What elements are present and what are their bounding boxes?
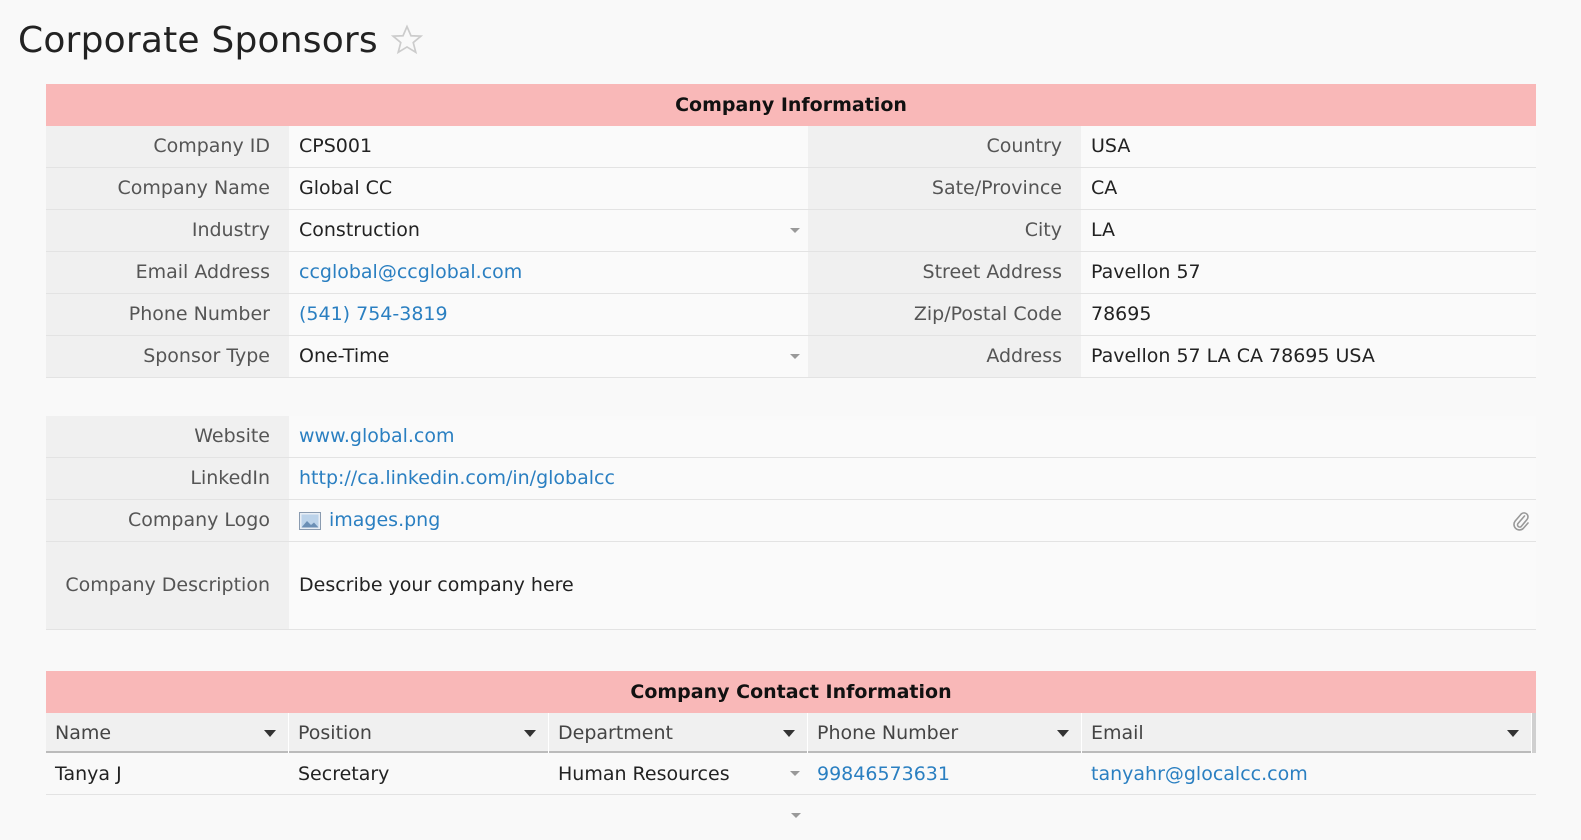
contact-email-cell[interactable]: tanyahr@glocalcc.com (1082, 753, 1536, 794)
column-header-label: Name (55, 722, 112, 744)
chevron-down-icon[interactable] (1507, 730, 1519, 737)
company-information-grid: Company ID CPS001 Country USA Company Na… (46, 126, 1536, 378)
street-address-value: Pavellon 57 (1091, 261, 1201, 283)
chevron-down-icon[interactable] (783, 730, 795, 737)
chevron-down-icon[interactable] (264, 730, 276, 737)
column-header-position[interactable]: Position (289, 713, 549, 753)
website-field[interactable]: www.global.com (289, 416, 1536, 458)
page-title: Corporate Sponsors (18, 19, 378, 61)
contact-phone-cell[interactable]: 99846573631 (808, 753, 1082, 794)
city-value: LA (1091, 219, 1116, 241)
sponsor-type-label: Sponsor Type (46, 336, 289, 378)
company-information-header: Company Information (46, 84, 1536, 126)
column-header-department[interactable]: Department (549, 713, 808, 753)
industry-value: Construction (299, 219, 420, 241)
chevron-down-icon[interactable] (1057, 730, 1069, 737)
zip-postal-code-value: 78695 (1091, 303, 1152, 325)
company-name-value: Global CC (299, 177, 393, 199)
state-province-value: CA (1091, 177, 1118, 199)
sponsor-type-dropdown[interactable]: One-Time (289, 336, 808, 378)
address-label: Address (808, 336, 1081, 378)
company-name-label: Company Name (46, 168, 289, 210)
email-address-link[interactable]: ccglobal@ccglobal.com (299, 261, 522, 283)
zip-postal-code-field[interactable]: 78695 (1081, 294, 1536, 336)
table-row[interactable]: Tanya J Secretary Human Resources 998465… (46, 753, 1536, 795)
contact-phone-link[interactable]: 99846573631 (817, 763, 950, 785)
column-header-label: Department (558, 722, 673, 744)
contact-position-cell[interactable]: Secretary (289, 753, 549, 794)
country-label: Country (808, 126, 1081, 168)
company-details-grid: Website www.global.com LinkedIn http://c… (46, 416, 1536, 630)
title-row: Corporate Sponsors (18, 18, 424, 62)
country-field[interactable]: USA (1081, 126, 1536, 168)
company-contact-section: Company Contact Information Name Positio… (46, 671, 1536, 837)
new-row[interactable] (46, 795, 1536, 837)
company-details-section: Website www.global.com LinkedIn http://c… (46, 416, 1536, 630)
city-label: City (808, 210, 1081, 252)
column-header-name[interactable]: Name (46, 713, 289, 753)
contact-email-link[interactable]: tanyahr@glocalcc.com (1091, 763, 1308, 785)
industry-label: Industry (46, 210, 289, 252)
paperclip-icon[interactable] (1512, 510, 1530, 532)
linkedin-link[interactable]: http://ca.linkedin.com/in/globalcc (299, 467, 615, 489)
company-logo-field[interactable]: images.png (289, 500, 1536, 542)
country-value: USA (1091, 135, 1131, 157)
city-field[interactable]: LA (1081, 210, 1536, 252)
zip-postal-code-label: Zip/Postal Code (808, 294, 1081, 336)
company-name-field[interactable]: Global CC (289, 168, 808, 210)
chevron-down-icon[interactable] (790, 354, 800, 359)
contact-department-cell[interactable]: Human Resources (549, 753, 808, 794)
email-address-field[interactable]: ccglobal@ccglobal.com (289, 252, 808, 294)
company-id-label: Company ID (46, 126, 289, 168)
address-field: Pavellon 57 LA CA 78695 USA (1081, 336, 1536, 378)
contact-department-value: Human Resources (558, 763, 730, 785)
column-header-label: Phone Number (817, 722, 959, 744)
email-address-label: Email Address (46, 252, 289, 294)
phone-number-link[interactable]: (541) 754-3819 (299, 303, 448, 325)
star-icon[interactable] (390, 23, 424, 57)
company-id-field[interactable]: CPS001 (289, 126, 808, 168)
company-description-field[interactable]: Describe your company here (289, 542, 1536, 630)
website-label: Website (46, 416, 289, 458)
chevron-down-icon[interactable] (791, 813, 801, 818)
column-header-label: Position (298, 722, 372, 744)
image-file-icon (299, 511, 321, 530)
sponsor-type-value: One-Time (299, 345, 390, 367)
contact-name-cell[interactable]: Tanya J (46, 753, 289, 794)
company-logo-label: Company Logo (46, 500, 289, 542)
phone-number-label: Phone Number (46, 294, 289, 336)
company-logo-link[interactable]: images.png (329, 500, 440, 541)
industry-dropdown[interactable]: Construction (289, 210, 808, 252)
company-description-label: Company Description (46, 542, 289, 630)
company-id-value: CPS001 (299, 135, 373, 157)
company-contact-header: Company Contact Information (46, 671, 1536, 713)
chevron-down-icon[interactable] (790, 228, 800, 233)
linkedin-field[interactable]: http://ca.linkedin.com/in/globalcc (289, 458, 1536, 500)
state-province-label: Sate/Province (808, 168, 1081, 210)
phone-number-field[interactable]: (541) 754-3819 (289, 294, 808, 336)
column-header-label: Email (1091, 722, 1144, 744)
chevron-down-icon[interactable] (524, 730, 536, 737)
column-header-email[interactable]: Email (1082, 713, 1532, 753)
chevron-down-icon[interactable] (790, 771, 800, 776)
website-link[interactable]: www.global.com (299, 425, 454, 447)
linkedin-label: LinkedIn (46, 458, 289, 500)
street-address-field[interactable]: Pavellon 57 (1081, 252, 1536, 294)
address-value: Pavellon 57 LA CA 78695 USA (1091, 345, 1375, 367)
company-information-section: Company Information Company ID CPS001 Co… (46, 84, 1536, 378)
contact-table-header: Name Position Department Phone Number Em… (46, 713, 1536, 753)
street-address-label: Street Address (808, 252, 1081, 294)
state-province-field[interactable]: CA (1081, 168, 1536, 210)
company-description-value: Describe your company here (299, 574, 574, 596)
scrollbar[interactable] (1532, 713, 1536, 753)
column-header-phone-number[interactable]: Phone Number (808, 713, 1082, 753)
